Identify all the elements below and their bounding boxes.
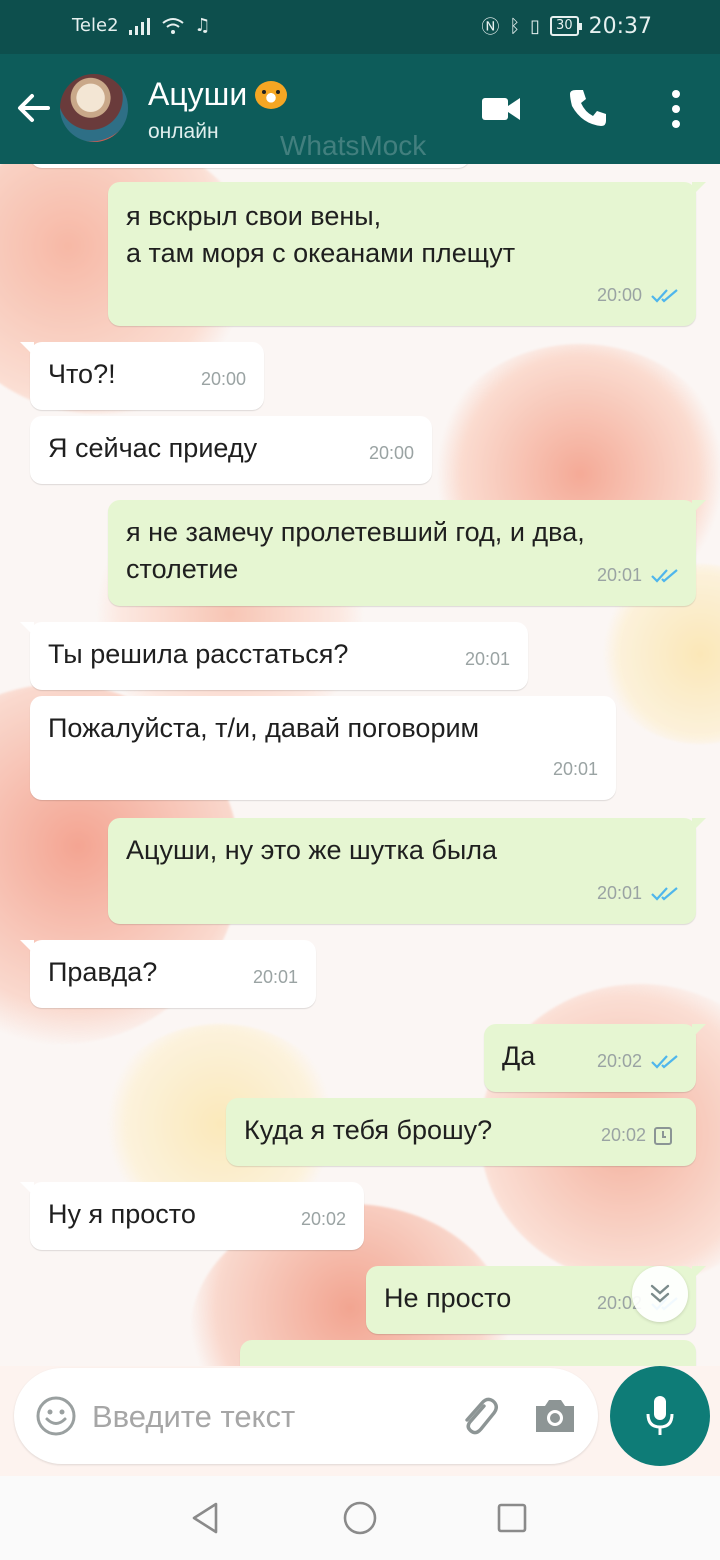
battery-icon: 30	[550, 16, 582, 36]
message-meta: 20:02	[597, 1043, 680, 1080]
vibrate-icon: ▯	[530, 15, 541, 37]
message-time: 20:02	[300, 1209, 346, 1229]
message-meta: 20:02	[601, 1117, 672, 1154]
message-meta: 20:01	[597, 557, 680, 594]
message-time: 20:01	[252, 967, 298, 987]
message-text: Да	[502, 1041, 536, 1071]
phone-call-icon[interactable]	[566, 86, 610, 130]
message-meta: 20:00	[597, 277, 680, 314]
message-text: Куда я тебя брошу?	[244, 1115, 493, 1145]
voice-message-button[interactable]	[610, 1366, 710, 1466]
signal-icon	[128, 17, 150, 35]
nav-home-icon[interactable]	[342, 1500, 378, 1536]
camera-icon[interactable]	[532, 1396, 578, 1436]
message-text: Пожалуйста, т/и, давай поговорим	[48, 713, 480, 743]
message-time: 20:02	[596, 1051, 642, 1071]
double-check-icon	[651, 886, 678, 901]
nav-back-icon[interactable]	[188, 1500, 224, 1536]
scroll-to-bottom-button[interactable]	[632, 1266, 688, 1322]
message-text: Что?!	[48, 359, 116, 389]
video-call-icon[interactable]	[480, 88, 522, 128]
message-incoming[interactable]: Пожалуйста, т/и, давай поговорим 20:01	[30, 696, 616, 800]
message-meta: 20:01	[597, 875, 680, 912]
bubble-tail	[20, 1182, 34, 1196]
double-check-icon	[651, 288, 678, 303]
contact-status: онлайн	[148, 120, 219, 143]
message-meta: 20:01	[465, 641, 510, 678]
message-time: 20:01	[464, 649, 510, 669]
bubble-tail	[20, 622, 34, 636]
tiger-face-icon	[255, 80, 288, 109]
chevron-double-down-icon	[650, 1284, 670, 1303]
message-meta: 20:02	[301, 1201, 346, 1238]
message-text: я вскрыл свои вены, а там моря с океанам…	[126, 201, 516, 268]
nav-recent-apps-icon[interactable]	[496, 1502, 528, 1534]
battery-level: 30	[556, 18, 573, 33]
double-check-icon	[651, 568, 678, 583]
message-text: Ацуши, ну это же шутка была	[126, 835, 498, 865]
chat-area[interactable]: я вскрыл свои вены, а там моря с океанам…	[0, 164, 720, 1366]
message-time: 20:00	[200, 369, 246, 389]
message-time: 20:01	[552, 759, 598, 779]
double-check-icon	[651, 1054, 678, 1069]
message-outgoing[interactable]: я не замечу пролетевший год, и два, стол…	[108, 500, 706, 606]
message-incoming[interactable]: Я сейчас приеду 20:00	[30, 416, 432, 484]
message-bubble-partial	[240, 1340, 696, 1366]
message-time: 20:00	[368, 443, 414, 463]
contact-name: Ацуши	[148, 76, 248, 112]
message-outgoing[interactable]: я вскрыл свои вены, а там моря с океанам…	[108, 182, 706, 326]
message-text: Я сейчас приеду	[48, 433, 258, 463]
message-text: Не просто	[384, 1283, 512, 1313]
message-meta: 20:01	[553, 751, 598, 788]
bubble-tail	[692, 1266, 706, 1280]
bluetooth-icon: ᛒ	[509, 15, 521, 37]
message-text: я не замечу пролетевший год, и два, стол…	[126, 517, 585, 584]
message-incoming[interactable]: Ты решила расстаться? 20:01	[20, 622, 528, 690]
music-note-icon: ♫	[194, 15, 211, 36]
message-text: Ты решила расстаться?	[48, 639, 349, 669]
message-time: 20:01	[596, 883, 642, 903]
contact-avatar[interactable]	[60, 74, 128, 142]
clock-time: 20:37	[588, 13, 652, 39]
more-options-icon[interactable]	[664, 88, 688, 130]
wifi-icon	[161, 17, 184, 34]
message-meta: 20:00	[369, 435, 414, 472]
microphone-icon	[646, 1396, 674, 1435]
emoji-icon[interactable]	[34, 1394, 78, 1438]
message-meta: 20:01	[253, 959, 298, 996]
bubble-tail	[692, 1024, 706, 1038]
message-incoming[interactable]: Что?! 20:00	[20, 342, 264, 410]
bubble-tail	[692, 500, 706, 514]
message-outgoing[interactable]: Да 20:02	[484, 1024, 706, 1092]
bubble-tail	[20, 342, 34, 356]
back-arrow-icon[interactable]	[14, 88, 54, 128]
paperclip-icon[interactable]	[454, 1392, 502, 1440]
nfc-icon: Ⓝ	[481, 17, 500, 38]
chat-header: Ацуши онлайн WhatsMock	[0, 54, 720, 164]
message-time: 20:02	[600, 1125, 646, 1145]
message-text: Ну я просто	[48, 1199, 196, 1229]
message-input[interactable]	[90, 1394, 444, 1440]
bubble-tail	[692, 182, 706, 196]
message-outgoing[interactable]: Куда я тебя брошу? 20:02	[226, 1098, 696, 1166]
message-text: Правда?	[48, 957, 158, 987]
message-bubble-partial	[30, 164, 470, 168]
watermark: WhatsMock	[280, 130, 427, 161]
bubble-tail	[692, 818, 706, 832]
system-nav-bar	[0, 1476, 720, 1560]
message-incoming[interactable]: Ну я просто 20:02	[20, 1182, 364, 1250]
bubble-tail	[20, 940, 34, 954]
message-outgoing[interactable]: Ацуши, ну это же шутка была 20:01	[108, 818, 706, 924]
message-time: 20:00	[596, 285, 642, 305]
contact-name-row[interactable]: Ацуши	[148, 76, 288, 113]
status-bar: Tele2 ♫ Ⓝ ᛒ ▯ 30 20:37	[0, 0, 720, 54]
message-meta: 20:00	[201, 361, 246, 398]
pending-clock-icon	[654, 1126, 672, 1145]
message-composer	[14, 1368, 598, 1464]
carrier-name: Tele2	[72, 15, 119, 36]
message-time: 20:01	[596, 565, 642, 585]
message-incoming[interactable]: Правда? 20:01	[20, 940, 316, 1008]
